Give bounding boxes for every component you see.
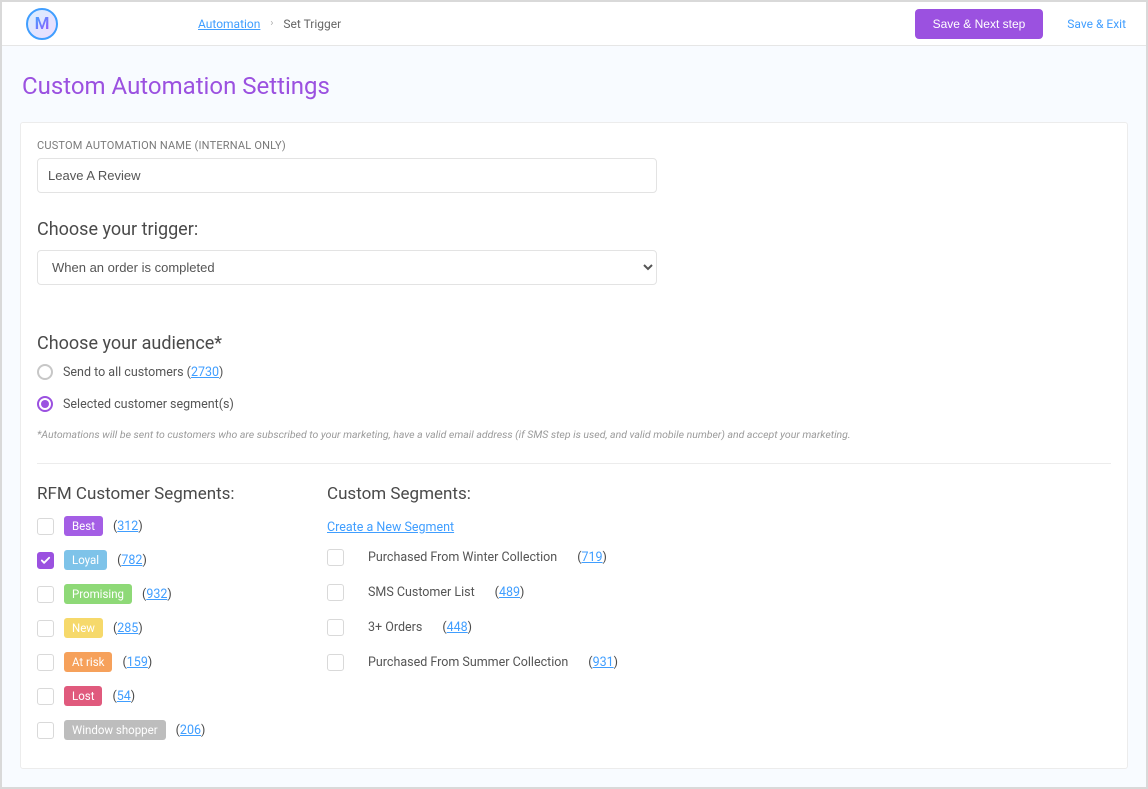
radio-all-customers[interactable] [37,364,53,380]
automation-name-input[interactable] [37,158,657,193]
segment-count-link[interactable]: 782 [121,553,142,568]
segment-count: (206) [176,723,206,738]
rfm-segment-row: New (285) [37,618,277,638]
custom-segment-name: Purchased From Summer Collection [368,655,568,670]
settings-card: CUSTOM AUTOMATION NAME (INTERNAL ONLY) C… [20,122,1128,769]
all-customers-count-link[interactable]: 2730 [191,365,219,380]
segment-checkbox[interactable] [327,654,344,671]
audience-all-row[interactable]: Send to all customers (2730) [37,364,1111,380]
segment-count-link[interactable]: 54 [117,689,131,704]
segment-count: (285) [113,621,143,636]
segment-checkbox[interactable] [37,620,54,637]
segment-checkbox[interactable] [37,518,54,535]
segment-checkbox[interactable] [37,586,54,603]
custom-segment-name: SMS Customer List [368,585,475,600]
segment-checkbox[interactable] [327,619,344,636]
divider [37,463,1111,464]
segment-count-link[interactable]: 448 [447,620,468,635]
rfm-segment-row: At risk (159) [37,652,277,672]
segment-count: (312) [113,519,143,534]
segment-badge: Lost [64,686,102,706]
segment-count-link[interactable]: 206 [180,723,201,738]
chevron-right-icon: › [270,18,273,29]
segment-checkbox[interactable] [37,722,54,739]
rfm-segment-row: Promising (932) [37,584,277,604]
breadcrumb-current: Set Trigger [283,17,341,31]
create-new-segment-link[interactable]: Create a New Segment [327,520,454,535]
segment-checkbox[interactable] [327,549,344,566]
custom-segment-row: SMS Customer List (489) [327,584,1111,601]
rfm-segment-row: Loyal (782) [37,550,277,570]
rfm-segment-row: Window shopper (206) [37,720,277,740]
segment-count-link[interactable]: 312 [117,519,138,534]
segment-count: (159) [122,655,152,670]
segment-count: (719) [577,550,607,565]
custom-segment-name: 3+ Orders [368,620,422,635]
segment-checkbox[interactable] [327,584,344,601]
rfm-segment-row: Lost (54) [37,686,277,706]
audience-title: Choose your audience* [37,333,1111,354]
logo-icon: M [26,8,58,40]
segment-count: (782) [117,553,147,568]
radio-selected-segments[interactable] [37,396,53,412]
rfm-segment-row: Best (312) [37,516,277,536]
segment-count-link[interactable]: 932 [146,587,167,602]
segment-count-link[interactable]: 931 [593,655,614,670]
segment-badge: New [64,618,103,638]
trigger-select[interactable]: When an order is completed [37,250,657,285]
automation-name-label: CUSTOM AUTOMATION NAME (INTERNAL ONLY) [37,139,1111,152]
segment-checkbox[interactable] [37,552,54,569]
custom-segment-row: Purchased From Winter Collection (719) [327,549,1111,566]
custom-segment-name: Purchased From Winter Collection [368,550,557,565]
breadcrumb: Automation › Set Trigger [198,17,341,31]
header-bar: M Automation › Set Trigger Save & Next s… [2,2,1146,46]
segment-badge: Best [64,516,103,536]
segment-count: (448) [442,620,472,635]
segment-count-link[interactable]: 285 [117,621,138,636]
segment-checkbox[interactable] [37,688,54,705]
save-next-button[interactable]: Save & Next step [915,9,1044,39]
audience-note: *Automations will be sent to customers w… [37,428,1111,441]
segment-count: (931) [588,655,618,670]
segment-checkbox[interactable] [37,654,54,671]
segment-badge: At risk [64,652,112,672]
segment-count: (489) [495,585,525,600]
save-exit-link[interactable]: Save & Exit [1067,17,1126,31]
segment-count: (932) [142,587,172,602]
segment-count: (54) [112,689,135,704]
segment-count-link[interactable]: 719 [581,550,602,565]
segment-badge: Window shopper [64,720,166,740]
custom-segment-row: Purchased From Summer Collection (931) [327,654,1111,671]
audience-selected-label: Selected customer segment(s) [63,397,234,412]
segment-count-link[interactable]: 489 [499,585,520,600]
page-title: Custom Automation Settings [22,72,1128,100]
segment-badge: Promising [64,584,132,604]
rfm-segments-title: RFM Customer Segments: [37,484,277,504]
segment-count-link[interactable]: 159 [127,655,148,670]
audience-all-label: Send to all customers (2730) [63,365,223,380]
custom-segment-row: 3+ Orders (448) [327,619,1111,636]
custom-segments-title: Custom Segments: [327,484,1111,504]
audience-selected-row[interactable]: Selected customer segment(s) [37,396,1111,412]
segment-badge: Loyal [64,550,107,570]
breadcrumb-automation-link[interactable]: Automation [198,17,260,31]
trigger-title: Choose your trigger: [37,219,1111,240]
